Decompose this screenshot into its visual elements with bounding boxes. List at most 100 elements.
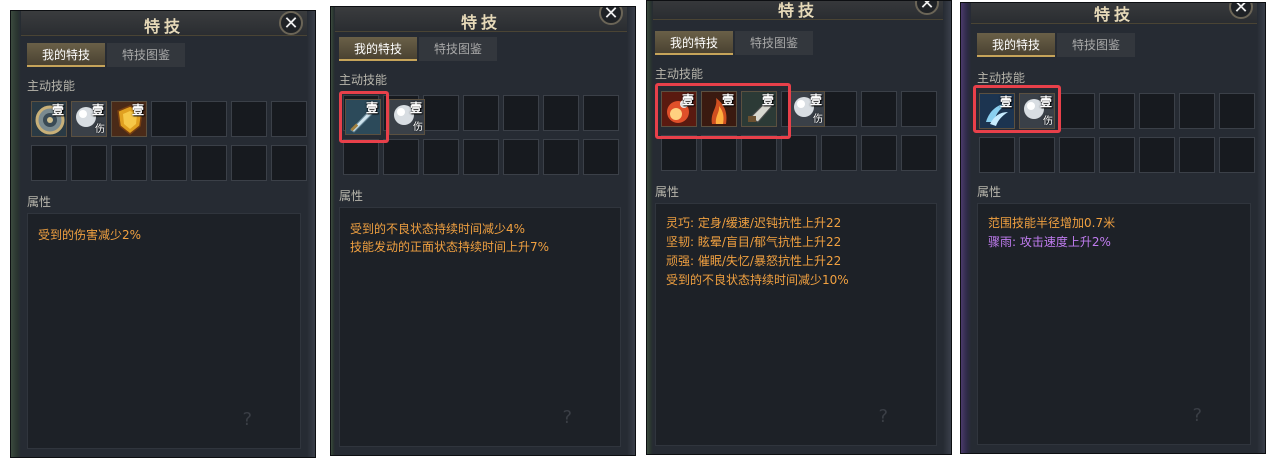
skill-gear-shield[interactable]: 壹 (31, 101, 67, 137)
skill-slot[interactable] (543, 95, 579, 131)
panel-border (627, 7, 635, 455)
skill-slot[interactable] (1179, 93, 1215, 129)
skill-silver-orb[interactable]: 壹 伤 (71, 101, 107, 137)
panel-border (943, 1, 951, 454)
skill-slot[interactable] (423, 95, 459, 131)
panel-border (331, 7, 335, 455)
attribute-line: 坚韧: 眩晕/盲目/郁气抗性上升22 (666, 235, 842, 249)
panel-border (11, 11, 21, 457)
tab-my-skills[interactable]: 我的特技 (977, 33, 1055, 57)
skill-slot[interactable] (901, 135, 937, 171)
close-button[interactable]: ✕ (279, 11, 303, 35)
skill-slot[interactable] (71, 145, 107, 181)
panel-title: 特技 (777, 1, 818, 20)
skill-slot[interactable] (583, 95, 619, 131)
skill-grid: 壹 壹 伤 壹 (31, 101, 309, 185)
attribute-line: 技能发动的正面状态持续时间上升7% (350, 240, 550, 254)
tab-bar: 我的特技 特技图鉴 (339, 37, 609, 61)
tab-bar: 我的特技 特技图鉴 (27, 43, 297, 67)
skill-panel-4: 特技 ✕ 我的特技 特技图鉴 主动技能 壹 壹 伤 属性 范围技能半径增加0.7… (960, 2, 1266, 454)
rank-badge: 壹 (809, 93, 822, 107)
skill-slot[interactable] (1019, 137, 1055, 173)
skill-slot[interactable] (1139, 137, 1175, 173)
skill-slot[interactable] (1139, 93, 1175, 129)
attribute-line: 灵巧: 定身/缓速/迟钝抗性上升22 (666, 216, 842, 230)
skill-slot[interactable] (463, 139, 499, 175)
skill-slot[interactable] (1219, 93, 1255, 129)
skill-slot[interactable] (781, 135, 817, 171)
skill-slot[interactable] (1099, 93, 1135, 129)
attribute-line: 顽强: 催眠/失忆/暴怒抗性上升22 (666, 254, 842, 268)
skill-slot[interactable] (583, 139, 619, 175)
skill-slot[interactable] (463, 95, 499, 131)
rank-badge: 壹 (131, 103, 144, 117)
attribute-line: 受到的不良状态持续时间减少4% (350, 222, 526, 236)
skill-silver-orb[interactable]: 壹 伤 (789, 91, 825, 127)
panel-border (961, 3, 971, 453)
attributes-box: 受到的伤害减少2% ? (27, 213, 301, 449)
tab-skill-catalog[interactable]: 特技图鉴 (107, 43, 185, 67)
skill-slot[interactable] (503, 95, 539, 131)
attributes-header: 属性 (977, 185, 1002, 199)
skill-slot[interactable] (151, 101, 187, 137)
skill-slot[interactable] (271, 101, 307, 137)
skill-slot[interactable] (423, 139, 459, 175)
skill-slot[interactable] (821, 91, 857, 127)
tab-skill-catalog[interactable]: 特技图鉴 (735, 31, 813, 55)
skill-gold-shield[interactable]: 壹 (111, 101, 147, 137)
skill-slot[interactable] (271, 145, 307, 181)
rank-badge: 壹 (51, 103, 64, 117)
skill-slot[interactable] (861, 135, 897, 171)
highlight-box (973, 85, 1061, 133)
highlight-box (339, 91, 389, 143)
attribute-line: 范围技能半径增加0.7米 (988, 216, 1116, 230)
skill-slot[interactable] (1059, 93, 1095, 129)
skill-slot[interactable] (741, 135, 777, 171)
skill-slot[interactable] (151, 145, 187, 181)
skill-panel-3: 特技 ✕ 我的特技 特技图鉴 主动技能 壹 壹 壹 壹 伤 属性 灵巧: 定身/… (646, 0, 952, 455)
tab-my-skills[interactable]: 我的特技 (655, 31, 733, 55)
attribute-line: 受到的不良状态持续时间减少10% (666, 273, 849, 287)
skill-slot[interactable] (701, 135, 737, 171)
tab-skill-catalog[interactable]: 特技图鉴 (1057, 33, 1135, 57)
active-skills-header: 主动技能 (339, 73, 388, 87)
title-bar: 特技 (971, 3, 1257, 24)
attributes-box: 范围技能半径增加0.7米 骤雨: 攻击速度上升2% ? (977, 203, 1251, 445)
tab-skill-catalog[interactable]: 特技图鉴 (419, 37, 497, 61)
panel-border (1257, 3, 1265, 453)
panel-title: 特技 (460, 13, 501, 32)
skill-slot[interactable] (231, 101, 267, 137)
skill-slot[interactable] (31, 145, 67, 181)
skill-slot[interactable] (901, 91, 937, 127)
rank-badge: 壹 (409, 101, 422, 115)
skill-slot[interactable] (979, 137, 1015, 173)
panel-border (307, 11, 315, 457)
attribute-line: 骤雨: 攻击速度上升2% (988, 235, 1111, 249)
tab-my-skills[interactable]: 我的特技 (339, 37, 417, 61)
skill-slot[interactable] (503, 139, 539, 175)
skill-slot[interactable] (191, 145, 227, 181)
skill-slot[interactable] (111, 145, 147, 181)
skill-slot[interactable] (191, 101, 227, 137)
active-skills-header: 主动技能 (27, 79, 76, 93)
skill-slot[interactable] (861, 91, 897, 127)
attribute-line: 受到的伤害减少2% (38, 228, 142, 242)
tab-my-skills[interactable]: 我的特技 (27, 43, 105, 67)
skill-slot[interactable] (383, 139, 419, 175)
highlight-box (655, 83, 791, 139)
title-bar: 特技 (335, 7, 627, 32)
skill-slot[interactable] (231, 145, 267, 181)
watermark-icon: ? (242, 409, 252, 430)
skill-slot[interactable] (343, 139, 379, 175)
skill-slot[interactable] (821, 135, 857, 171)
skill-slot[interactable] (1099, 137, 1135, 173)
skill-slot[interactable] (543, 139, 579, 175)
panel-title: 特技 (143, 17, 184, 36)
active-skills-header: 主动技能 (977, 71, 1026, 85)
skill-slot[interactable] (1059, 137, 1095, 173)
skill-slot[interactable] (1219, 137, 1255, 173)
skill-slot[interactable] (661, 135, 697, 171)
skill-silver-orb[interactable]: 壹 伤 (389, 99, 425, 135)
damage-tag: 伤 (813, 114, 823, 125)
skill-slot[interactable] (1179, 137, 1215, 173)
